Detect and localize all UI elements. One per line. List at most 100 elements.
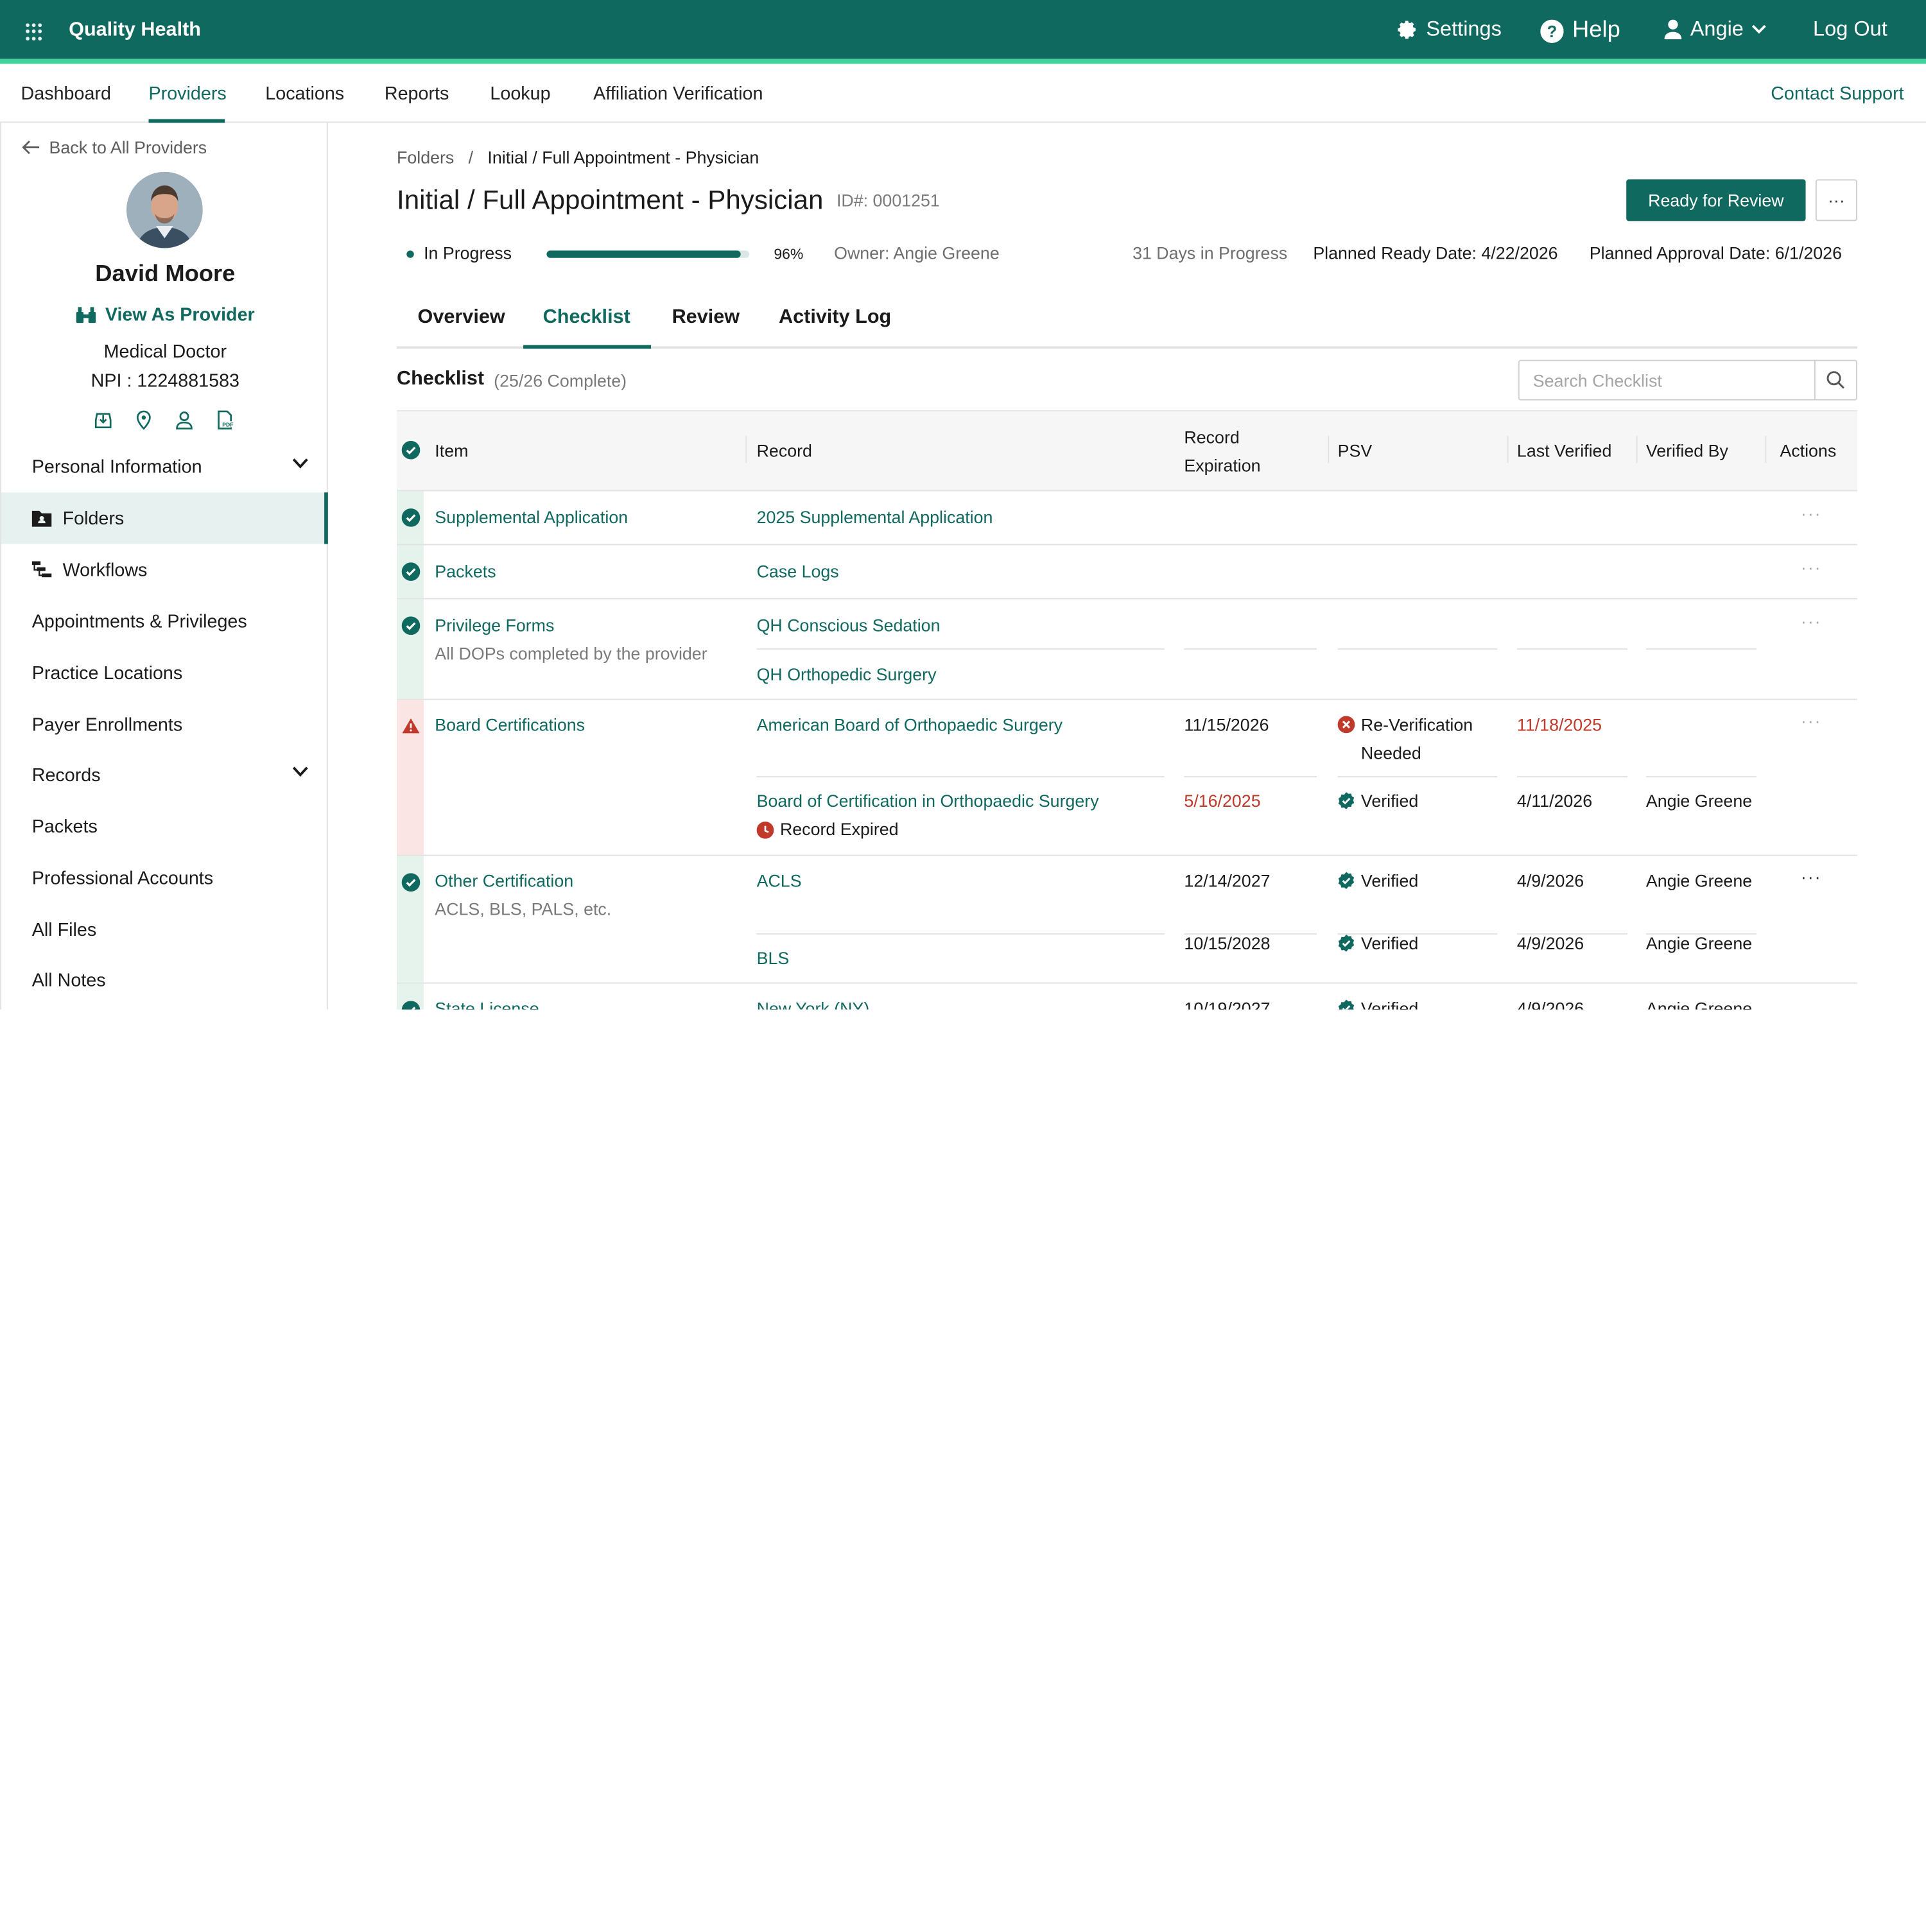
item-link[interactable]: Supplemental Application [435,503,628,531]
col-verified-by[interactable]: Verified By [1646,437,1728,465]
sidebar-item-records[interactable]: Records [1,749,328,800]
planned-ready-date: Planned Ready Date: 4/22/2026 [1313,243,1558,263]
nav-lookup[interactable]: Lookup [490,83,550,105]
record-link[interactable]: 2025 Supplemental Application [757,503,993,531]
record-link[interactable]: American Board of Orthopaedic Surgery [757,711,1063,739]
sidebar-item-label: Appointments & Privileges [31,610,247,632]
nav-locations[interactable]: Locations [265,83,344,105]
sidebar-item-label: Records [31,764,101,786]
check-circle-icon[interactable] [401,440,421,460]
sub-row-divider [1184,648,1317,650]
nav-providers[interactable]: Providers [149,83,227,105]
download-inbox-icon[interactable] [93,410,113,430]
record-link[interactable]: QH Conscious Sedation [757,612,941,640]
row-actions-button[interactable]: ··· [1801,711,1822,731]
table-row: Other Certification ACLS, BLS, PALS, etc… [396,856,1857,984]
more-options-button[interactable]: ··· [1815,179,1857,221]
sub-row-divider [756,933,1165,935]
sidebar-item-personal-information[interactable]: Personal Information [1,441,328,492]
record-expiration: 5/16/2025 [1184,791,1261,811]
row-actions-button[interactable]: ··· [1801,867,1822,887]
check-circle-icon [401,1001,421,1010]
search-input[interactable]: Search Checklist [1533,371,1662,391]
sub-row-divider [1516,648,1628,650]
sidebar-item-professional-accounts[interactable]: Professional Accounts [1,852,328,904]
settings-button[interactable]: Settings [1398,17,1502,42]
record-link[interactable]: BLS [757,944,790,972]
planned-approval-date: Planned Approval Date: 6/1/2026 [1589,243,1842,263]
breadcrumb-folders[interactable]: Folders [397,148,454,168]
sidebar-item-label: Packets [31,816,98,837]
col-record[interactable]: Record [757,437,812,465]
tab-overview[interactable]: Overview [418,307,505,329]
person-icon[interactable] [175,410,195,430]
record-link[interactable]: Board of Certification in Orthopaedic Su… [757,787,1099,815]
item-description: ACLS, BLS, PALS, etc. [435,899,612,919]
item-link[interactable]: Other Certification [435,867,573,895]
user-menu[interactable]: Angie [1664,17,1767,42]
contact-support-link[interactable]: Contact Support [1771,83,1904,105]
binoculars-icon [75,307,96,323]
record-expired-label: Record Expired [779,819,899,839]
item-link[interactable]: Packets [435,558,496,586]
record-expired-note: Record Expired [756,815,899,843]
sidebar-item-practice-locations[interactable]: Practice Locations [1,647,328,698]
record-expiration: 10/19/2027 [1184,998,1271,1010]
last-verified: 4/9/2026 [1516,998,1584,1010]
record-link[interactable]: QH Orthopedic Surgery [757,660,937,689]
help-button[interactable]: ? Help [1540,17,1620,44]
record-link[interactable]: ACLS [757,867,802,895]
view-as-label: View As Provider [105,304,255,326]
table-row: Board Certifications American Board of O… [396,700,1857,856]
sidebar-item-label: Workflows [62,559,148,581]
breadcrumb: Folders / Initial / Full Appointment - P… [397,148,759,168]
back-to-providers-link[interactable]: Back to All Providers [22,137,207,157]
location-pin-icon[interactable] [134,410,154,430]
verified-badge-icon [1338,935,1355,952]
record-link[interactable]: New York (NY) [757,995,870,1010]
sidebar-item-label: Personal Information [31,456,202,478]
col-item[interactable]: Item [435,437,468,465]
tab-activity-log[interactable]: Activity Log [779,307,891,329]
col-divider [1328,436,1330,463]
col-record-expiration[interactable]: Record Expiration [1184,424,1260,480]
checklist-title: Checklist [396,368,485,390]
checklist-count: (25/26 Complete) [494,370,627,391]
table-row: Supplemental Application 2025 Supplement… [396,491,1857,546]
nav-reports[interactable]: Reports [385,83,449,105]
search-button[interactable] [1814,361,1856,399]
item-link[interactable]: Board Certifications [435,711,585,739]
sub-row-divider [756,776,1165,778]
sub-row-divider [1337,648,1498,650]
view-as-provider-link[interactable]: View As Provider [1,304,329,325]
logout-button[interactable]: Log Out [1813,17,1887,42]
record-link[interactable]: Case Logs [757,558,839,586]
page-title: Initial / Full Appointment - Physician [396,184,824,215]
table-row: Privilege Forms All DOPs completed by th… [396,599,1857,700]
pdf-file-icon[interactable]: PDF [215,410,235,430]
nav-dashboard[interactable]: Dashboard [21,83,111,105]
sidebar-item-appointments-privileges[interactable]: Appointments & Privileges [1,596,328,647]
tab-review[interactable]: Review [672,307,740,329]
row-actions-button[interactable]: ··· [1801,503,1822,523]
sidebar-item-all-files[interactable]: All Files [1,904,328,955]
sidebar-item-payer-enrollments[interactable]: Payer Enrollments [1,699,328,750]
nav-affiliation-verification[interactable]: Affiliation Verification [593,83,763,105]
error-circle-icon [1337,716,1355,734]
sidebar-item-label: Folders [62,508,125,529]
ready-for-review-button[interactable]: Ready for Review [1626,179,1806,221]
tab-checklist[interactable]: Checklist [543,307,630,329]
sidebar-item-folders[interactable]: Folders [1,492,328,544]
row-actions-button[interactable]: ··· [1801,558,1822,578]
sidebar-item-workflows[interactable]: Workflows [1,544,328,596]
sidebar-item-label: Professional Accounts [31,867,214,889]
sidebar-item-packets[interactable]: Packets [1,800,328,852]
col-last-verified[interactable]: Last Verified [1517,437,1611,465]
col-psv[interactable]: PSV [1338,437,1373,465]
app-grid-icon[interactable] [26,23,43,40]
item-link[interactable]: State License [435,995,539,1010]
sidebar-item-all-notes[interactable]: All Notes [1,954,328,1006]
status-dot-icon [406,250,414,258]
item-link[interactable]: Privilege Forms [435,612,554,640]
row-actions-button[interactable]: ··· [1801,612,1822,632]
